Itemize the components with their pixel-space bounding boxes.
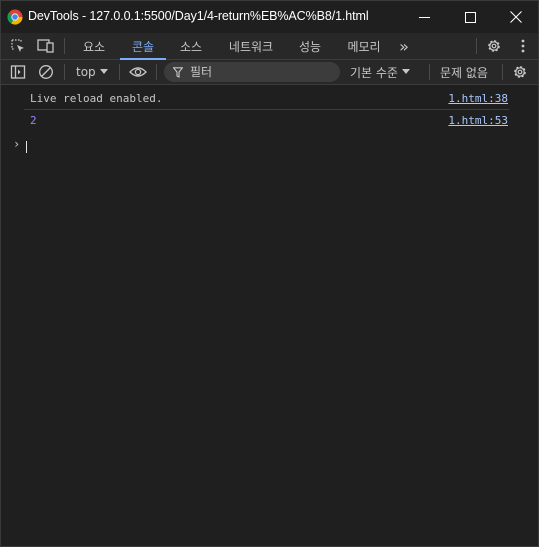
maximize-icon (464, 11, 476, 23)
message-value: 2 (30, 114, 37, 127)
kebab-menu-icon (521, 39, 525, 53)
filter-input[interactable] (190, 65, 320, 79)
console-message: Live reload enabled. 1.html:38 (1, 88, 538, 110)
settings-gear-icon (514, 66, 526, 78)
console-output[interactable]: Live reload enabled. 1.html:38 2 1.html:… (1, 85, 538, 546)
chrome-logo (7, 9, 23, 25)
minimize-button[interactable] (401, 1, 447, 33)
window-title: DevTools - 127.0.0.1:5500/Day1/4-return%… (28, 9, 369, 23)
toolbar-divider (156, 64, 157, 80)
tab-elements[interactable]: 요소 (75, 33, 113, 59)
tab-memory[interactable]: 메모리 (339, 33, 389, 59)
close-icon (510, 11, 522, 23)
toolbar-divider (502, 64, 503, 80)
toolbar-divider (429, 64, 430, 80)
issues-button[interactable]: 문제 없음 (440, 63, 488, 81)
dropdown-arrow-icon (401, 69, 410, 74)
sidebar-toggle-icon (10, 65, 26, 79)
clear-console-button[interactable] (37, 63, 55, 81)
settings-button[interactable] (485, 37, 503, 55)
issues-label: 문제 없음 (440, 65, 488, 80)
filter-field[interactable] (164, 62, 340, 82)
dropdown-arrow-icon (99, 69, 108, 74)
log-levels-dropdown[interactable]: 기본 수준 (350, 63, 410, 81)
eye-icon (129, 67, 147, 77)
settings-gear-icon (488, 40, 500, 52)
more-options-button[interactable] (514, 37, 532, 55)
message-text: Live reload enabled. (30, 92, 163, 105)
tab-sources[interactable]: 소스 (172, 33, 210, 59)
toolbar-divider (476, 38, 477, 54)
devtools-window: DevTools - 127.0.0.1:5500/Day1/4-return%… (0, 0, 539, 547)
tab-network[interactable]: 네트워크 (219, 33, 283, 59)
message-source-link[interactable]: 1.html:38 (448, 92, 508, 105)
live-expression-button[interactable] (128, 63, 148, 81)
context-selector[interactable]: top (72, 63, 108, 81)
sidebar-toggle-button[interactable] (9, 63, 27, 81)
toolbar-divider (119, 64, 120, 80)
device-toolbar-icon (37, 39, 54, 53)
filter-icon (173, 66, 183, 78)
console-settings-button[interactable] (511, 63, 529, 81)
tab-console[interactable]: 콘솔 (120, 33, 166, 60)
inspect-element-button[interactable] (9, 37, 27, 55)
toolbar-divider (64, 64, 65, 80)
panel-tab-bar: 요소 콘솔 소스 네트워크 성능 메모리 » (1, 33, 538, 60)
title-bar: DevTools - 127.0.0.1:5500/Day1/4-return%… (1, 1, 538, 33)
close-window-button[interactable] (493, 1, 538, 33)
clear-console-icon (39, 65, 53, 79)
console-prompt-icon: › (13, 137, 21, 151)
message-source-link[interactable]: 1.html:53 (448, 114, 508, 127)
log-levels-label: 기본 수준 (350, 65, 398, 80)
console-input-caret[interactable] (26, 141, 27, 153)
more-tabs-button[interactable]: » (393, 33, 415, 59)
minimize-icon (418, 16, 430, 18)
device-toolbar-button[interactable] (37, 37, 55, 55)
tab-performance[interactable]: 성능 (291, 33, 329, 59)
console-message: 2 1.html:53 (1, 110, 538, 132)
inspect-element-icon (11, 39, 24, 52)
toolbar-divider (64, 38, 65, 54)
maximize-button[interactable] (447, 1, 493, 33)
context-label: top (76, 65, 96, 79)
console-toolbar: top 기본 수준 문제 없음 (1, 60, 538, 85)
